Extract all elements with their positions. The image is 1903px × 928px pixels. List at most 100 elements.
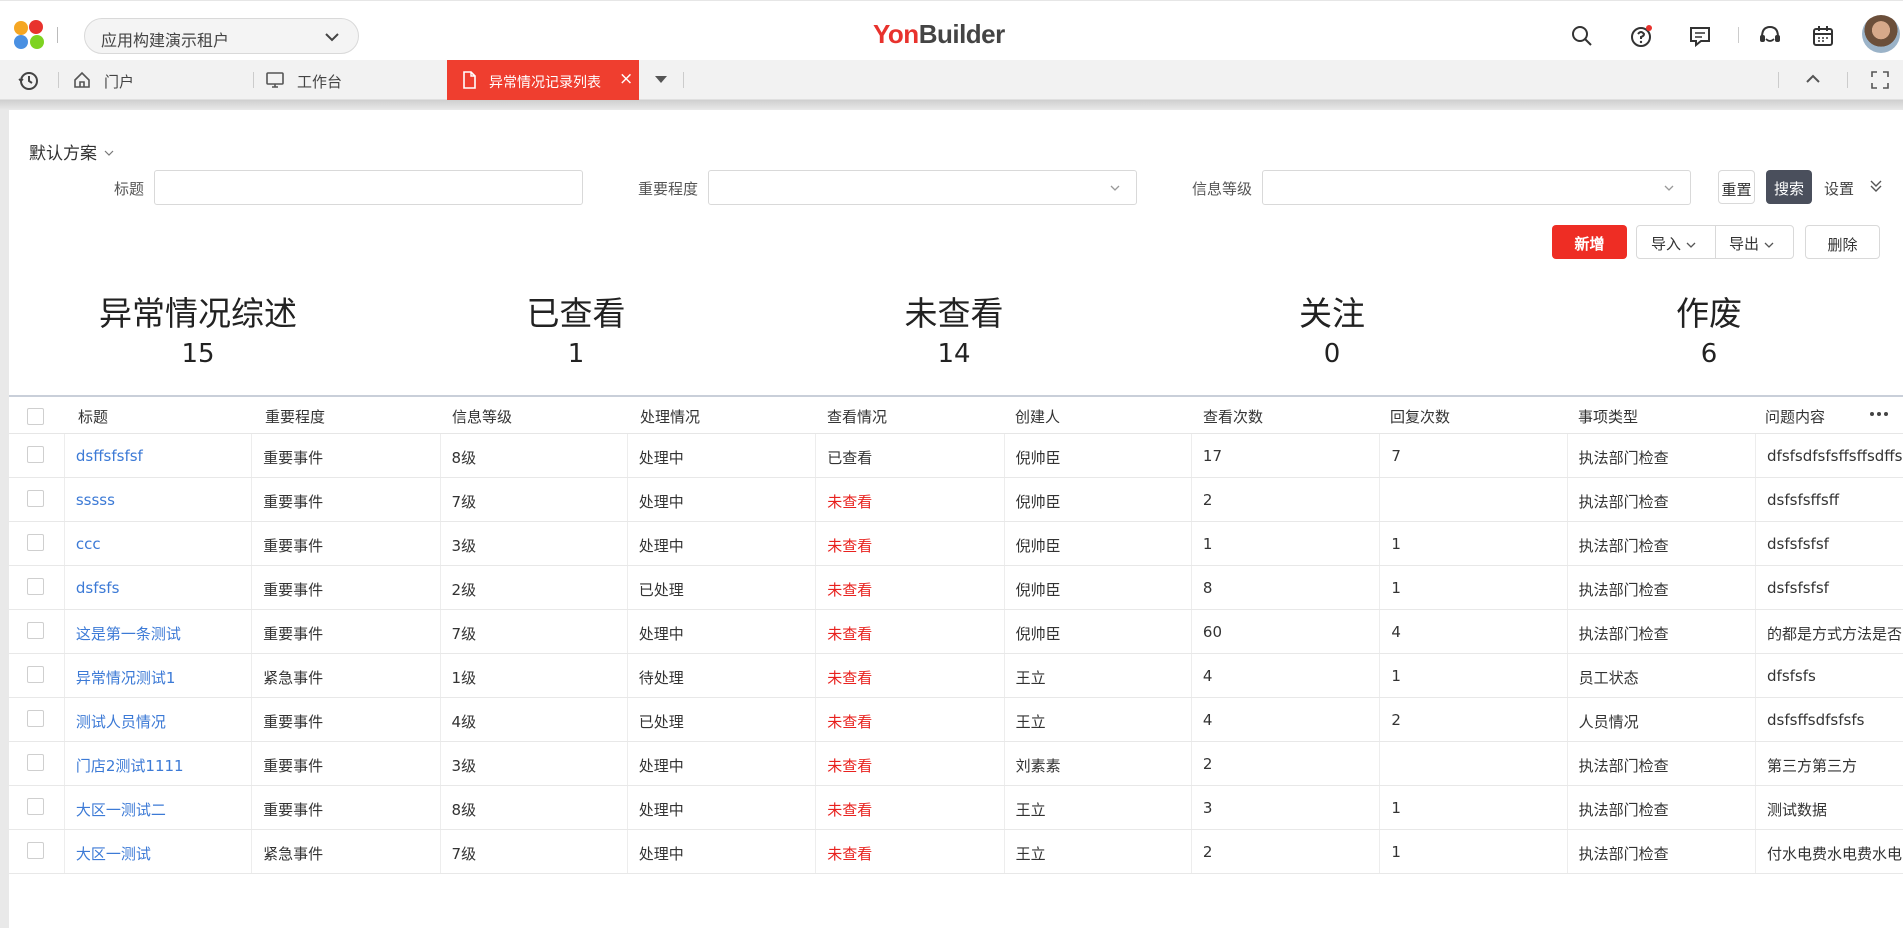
message-icon[interactable] [1687, 23, 1713, 49]
search-icon[interactable] [1569, 23, 1595, 49]
row-checkbox[interactable] [27, 666, 44, 683]
table-cell: dsfsfsffsff [1767, 491, 1840, 509]
row-title-link[interactable]: dsffsfsfsf [76, 447, 143, 465]
delete-button[interactable]: 删除 [1805, 225, 1880, 259]
help-icon[interactable] [1628, 23, 1654, 49]
column-divider [63, 742, 65, 785]
row-title-link[interactable]: 大区一测试 [76, 843, 151, 864]
group-divider [1715, 226, 1716, 258]
stat-followed[interactable]: 关注 0 [1202, 287, 1462, 369]
column-header[interactable]: 重要程度 [265, 406, 325, 427]
stat-unviewed[interactable]: 未查看 14 [824, 287, 1084, 369]
fullscreen-icon[interactable] [1870, 70, 1890, 90]
table-row[interactable]: sssss 重要事件 7级 处理中 未查看 倪帅臣 2 执法部门检查 dsfsfsffsff [9, 478, 1903, 522]
table-row[interactable]: 大区一测试二 重要事件 8级 处理中 未查看 王立 3 1 执法部门检查 测试数据 [9, 786, 1903, 830]
import-export-group: 导入 导出 [1636, 225, 1794, 259]
import-button[interactable]: 导入 [1651, 233, 1696, 254]
importance-filter-select[interactable] [708, 170, 1137, 205]
tenant-selector[interactable]: 应用构建演示租户 [84, 18, 359, 54]
column-header[interactable]: 事项类型 [1578, 406, 1638, 427]
more-options-icon[interactable] [1869, 411, 1889, 417]
column-divider [1003, 654, 1005, 697]
column-header[interactable]: 问题内容 [1765, 406, 1825, 427]
column-divider [1003, 610, 1005, 653]
row-title-link[interactable]: ccc [76, 535, 101, 553]
table-cell: 8级 [451, 449, 477, 467]
column-divider [1755, 654, 1757, 697]
column-divider [1003, 742, 1005, 785]
row-title-link[interactable]: dsfsfs [76, 579, 120, 597]
table-row[interactable]: 大区一测试 紧急事件 7级 处理中 未查看 王立 2 1 执法部门检查 付水电费水电费水电 [9, 830, 1903, 874]
filter-scheme-selector[interactable]: 默认方案 [29, 139, 114, 164]
row-checkbox[interactable] [27, 798, 44, 815]
filter-settings-label: 设置 [1824, 180, 1855, 198]
row-checkbox[interactable] [27, 754, 44, 771]
table-row[interactable]: dsffsfsfsf 重要事件 8级 处理中 已查看 倪帅臣 17 7 执法部门检查 dfsfsd… [9, 434, 1903, 478]
column-divider [1003, 478, 1005, 521]
row-title-link[interactable]: 这是第一条测试 [76, 623, 181, 644]
column-header[interactable]: 查看情况 [827, 406, 887, 427]
row-checkbox[interactable] [27, 534, 44, 551]
column-divider [63, 566, 65, 609]
table-cell: 2 [1202, 755, 1213, 773]
column-divider [626, 478, 628, 521]
row-title-link[interactable]: 测试人员情况 [76, 711, 166, 732]
search-button[interactable]: 搜索 [1766, 170, 1812, 204]
tab-exception-list[interactable]: 异常情况记录列表 × [447, 60, 639, 100]
tab-dropdown-icon[interactable] [654, 74, 668, 84]
column-header[interactable]: 创建人 [1015, 406, 1060, 427]
reset-button[interactable]: 重置 [1718, 170, 1755, 204]
column-divider [1379, 522, 1381, 565]
collapse-up-icon[interactable] [1804, 72, 1822, 86]
stat-summary[interactable]: 异常情况综述 15 [68, 287, 328, 369]
tab-workbench[interactable]: 工作台 [265, 60, 445, 100]
row-title-link[interactable]: 异常情况测试1 [76, 667, 176, 688]
stat-voided[interactable]: 作废 6 [1579, 287, 1839, 369]
add-button[interactable]: 新增 [1552, 225, 1627, 259]
customer-service-icon[interactable] [1757, 23, 1783, 49]
table-cell: 重要事件 [263, 581, 324, 599]
app-logo-icon[interactable] [12, 19, 46, 51]
select-all-checkbox[interactable] [27, 408, 44, 425]
table-row[interactable]: 测试人员情况 重要事件 4级 已处理 未查看 王立 4 2 人员情况 dsfsffsdfsfsfs [9, 698, 1903, 742]
column-header[interactable]: 处理情况 [640, 406, 700, 427]
calendar-icon[interactable] [1810, 23, 1836, 49]
column-header[interactable]: 查看次数 [1203, 406, 1263, 427]
table-row[interactable]: 这是第一条测试 重要事件 7级 处理中 未查看 倪帅臣 60 4 执法部门检查 的都是方式方法是否 [9, 610, 1903, 654]
filter-settings-button[interactable]: 设置 [1824, 178, 1882, 199]
row-checkbox[interactable] [27, 446, 44, 463]
monitor-icon [266, 72, 284, 88]
column-header[interactable]: 回复次数 [1390, 406, 1450, 427]
export-button[interactable]: 导出 [1729, 233, 1774, 254]
tab-close-icon[interactable]: × [619, 69, 633, 89]
user-avatar[interactable] [1862, 15, 1900, 53]
row-checkbox[interactable] [27, 490, 44, 507]
column-divider [63, 434, 65, 477]
table-row[interactable]: dsfsfs 重要事件 2级 已处理 未查看 倪帅臣 8 1 执法部门检查 dsfsfsfsf [9, 566, 1903, 610]
table-row[interactable]: 门店2测试1111 重要事件 3级 处理中 未查看 刘素素 2 执法部门检查 第三方第三方 [9, 742, 1903, 786]
column-header[interactable]: 信息等级 [452, 406, 512, 427]
table-row[interactable]: ccc 重要事件 3级 处理中 未查看 倪帅臣 1 1 执法部门检查 dsfsfsfsf [9, 522, 1903, 566]
table-row[interactable]: 异常情况测试1 紧急事件 1级 待处理 未查看 王立 4 1 员工状态 dfsfsfs [9, 654, 1903, 698]
filter-scheme-label: 默认方案 [29, 144, 97, 164]
table-cell: 7 [1391, 447, 1401, 465]
table-cell: 处理中 [638, 493, 684, 511]
row-title-link[interactable]: sssss [76, 491, 115, 509]
row-checkbox[interactable] [27, 578, 44, 595]
stat-viewed[interactable]: 已查看 1 [446, 287, 706, 369]
row-title-link[interactable]: 门店2测试1111 [76, 755, 184, 776]
row-checkbox[interactable] [27, 710, 44, 727]
column-divider [626, 698, 628, 741]
history-icon[interactable] [18, 70, 40, 92]
level-filter-select[interactable] [1262, 170, 1691, 205]
tab-home[interactable]: 门户 [72, 60, 252, 100]
row-checkbox[interactable] [27, 622, 44, 639]
row-checkbox[interactable] [27, 842, 44, 859]
chevron-down-icon [1110, 185, 1120, 191]
row-title-link[interactable]: 大区一测试二 [76, 799, 166, 820]
table-cell: 8级 [451, 801, 477, 819]
table-cell: 2 [1202, 491, 1213, 509]
title-filter-input[interactable] [154, 170, 583, 205]
column-header[interactable]: 标题 [78, 406, 108, 427]
column-divider [251, 478, 253, 521]
